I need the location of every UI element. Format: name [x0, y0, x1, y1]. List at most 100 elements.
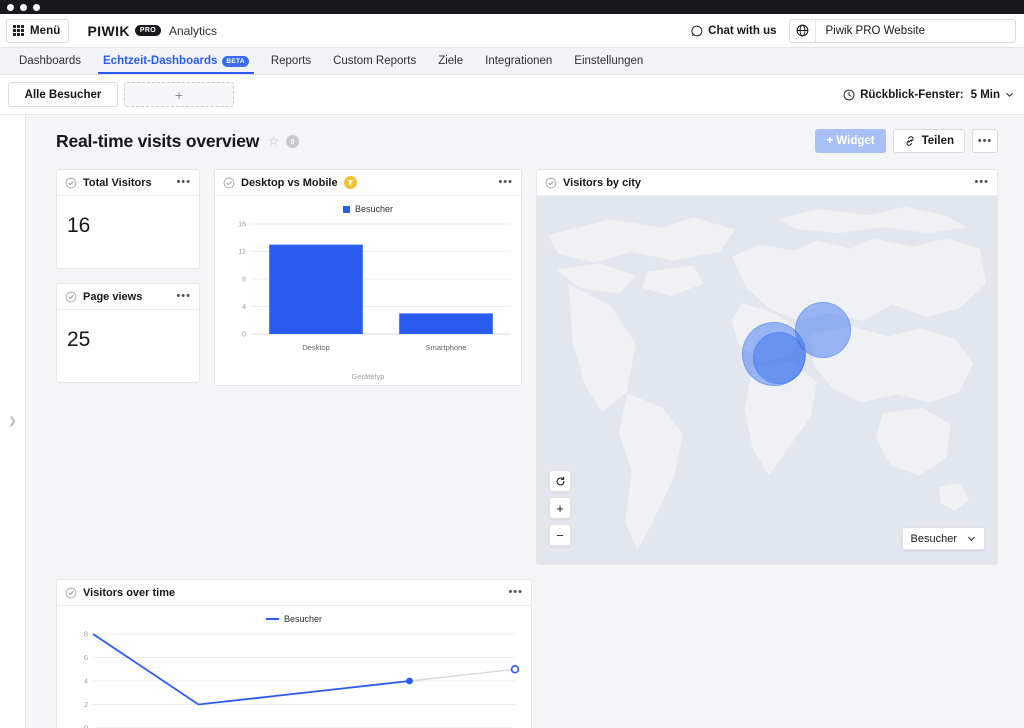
topbar-right-group: Chat with us Piwik PRO Website	[691, 18, 1016, 43]
lookback-label: Rückblick-Fenster:	[860, 88, 964, 101]
page-more-button[interactable]: •••	[972, 129, 998, 153]
link-icon	[906, 136, 914, 146]
brand-logo: PIWIK PRO Analytics	[87, 23, 217, 39]
svg-text:8: 8	[84, 630, 88, 639]
window-zoom-dot[interactable]	[33, 3, 40, 11]
nav-item-reports[interactable]: Reports	[260, 48, 322, 74]
widget-menu-button[interactable]: •••	[176, 291, 191, 302]
nav-label: Ziele	[438, 55, 464, 67]
map-bubble[interactable]	[753, 332, 805, 384]
nav-item-echtzeit-dashboards[interactable]: Echtzeit-Dashboards BETA	[92, 48, 260, 74]
widget-menu-button[interactable]: •••	[974, 177, 989, 188]
nav-label: Echtzeit-Dashboards	[103, 55, 218, 67]
brand-name: PIWIK	[87, 22, 130, 39]
svg-text:12: 12	[238, 249, 246, 256]
chat-icon	[691, 25, 703, 36]
widget-menu-button[interactable]: •••	[508, 587, 523, 598]
check-circle-icon	[65, 177, 77, 189]
widget-grid-row-1: Total Visitors ••• 16 Page views ••• 25 …	[56, 169, 998, 565]
widget-title: Total Visitors	[83, 176, 152, 189]
lookback-value: 5 Min	[970, 88, 1000, 101]
map-zoom-out-button[interactable]: −	[549, 524, 571, 546]
svg-text:16: 16	[238, 222, 246, 229]
svg-text:4: 4	[84, 677, 88, 686]
svg-text:Desktop: Desktop	[302, 343, 330, 352]
main-nav: Dashboards Echtzeit-Dashboards BETA Repo…	[0, 48, 1024, 75]
nav-item-custom-reports[interactable]: Custom Reports	[322, 48, 427, 74]
widget-header: Desktop vs Mobile •••	[215, 170, 521, 196]
kpi-column: Total Visitors ••• 16 Page views ••• 25	[56, 169, 200, 383]
bar-chart-area: Besucher 0 4 8 12 16 Desktop Smartphone Gerät…	[215, 196, 521, 385]
legend-swatch	[342, 205, 350, 213]
nav-label: Integrationen	[485, 55, 553, 67]
map-zoom-in-button[interactable]: +	[549, 497, 571, 519]
check-circle-icon	[65, 587, 77, 599]
nav-item-integrationen[interactable]: Integrationen	[474, 48, 563, 74]
nav-label: Dashboards	[19, 55, 82, 67]
widget-title: Page views	[83, 290, 143, 303]
site-selector[interactable]: Piwik PRO Website	[788, 18, 1016, 43]
check-circle-icon	[65, 291, 77, 303]
favorite-star-icon[interactable]: ☆	[268, 134, 279, 148]
status-badge: 0	[285, 134, 299, 148]
widget-visitors-by-city: Visitors by city ••• + − Besucher	[536, 169, 998, 565]
nav-item-ziele[interactable]: Ziele	[427, 48, 474, 74]
line-chart-area: Besucher 02468 7:25 AM7:26 AM7:27 AM7:28…	[57, 606, 531, 728]
add-widget-button[interactable]: + Widget	[815, 129, 886, 153]
window-minimize-dot[interactable]	[20, 3, 27, 11]
legend-label: Besucher	[283, 614, 323, 624]
brand-pro-badge: PRO	[134, 25, 161, 36]
site-name: Piwik PRO Website	[825, 24, 925, 37]
filter-badge-icon[interactable]	[343, 176, 357, 189]
svg-text:4: 4	[242, 304, 246, 311]
more-dots-icon: •••	[977, 134, 993, 147]
grid-menu-icon	[13, 25, 24, 36]
app-topbar: Menü PIWIK PRO Analytics Chat with us Pi…	[0, 14, 1024, 48]
page-views-value: 25	[67, 328, 91, 351]
sidebar-collapse-rail[interactable]: ❯	[0, 115, 26, 728]
map-controls: + −	[549, 470, 571, 546]
nav-item-einstellungen[interactable]: Einstellungen	[563, 48, 654, 74]
map-metric-select[interactable]: Besucher	[901, 527, 985, 550]
page-actions: + Widget Teilen •••	[815, 129, 998, 153]
window-titlebar	[0, 0, 1024, 14]
widget-menu-button[interactable]: •••	[498, 177, 513, 188]
map-canvas[interactable]: + − Besucher	[537, 196, 997, 564]
segment-tab-all-visitors[interactable]: Alle Besucher	[8, 82, 118, 107]
check-circle-icon	[223, 177, 235, 189]
widget-title: Desktop vs Mobile	[241, 176, 338, 189]
legend-label: Besucher	[354, 204, 394, 214]
app-window: Menü PIWIK PRO Analytics Chat with us Pi…	[0, 0, 1024, 728]
widget-desktop-vs-mobile: Desktop vs Mobile ••• Besucher 0 4 8 12 …	[214, 169, 522, 386]
nav-item-dashboards[interactable]: Dashboards	[8, 48, 92, 74]
map-reset-button[interactable]	[549, 470, 571, 492]
page-title: Real-time visits overview	[56, 130, 260, 151]
widget-visitors-over-time: Visitors over time ••• Besucher 02468 7:	[56, 579, 532, 728]
menu-button[interactable]: Menü	[6, 18, 70, 43]
widget-menu-button[interactable]: •••	[176, 177, 191, 188]
nav-label: Einstellungen	[574, 55, 644, 67]
app-body: ❯ Real-time visits overview ☆ 0 + Widget…	[0, 115, 1024, 728]
menu-button-label: Menü	[30, 24, 61, 37]
svg-text:0: 0	[242, 332, 246, 339]
nav-label: Custom Reports	[333, 55, 417, 67]
lookback-window-selector[interactable]: Rückblick-Fenster: 5 Min	[843, 89, 1014, 101]
chevron-right-icon: ❯	[8, 416, 17, 427]
chat-with-us-button[interactable]: Chat with us	[691, 25, 788, 37]
nav-label: Reports	[270, 55, 312, 67]
beta-badge: BETA	[222, 55, 249, 67]
chevron-down-icon	[968, 536, 975, 541]
window-close-dot[interactable]	[7, 3, 14, 11]
add-segment-button[interactable]: +	[124, 82, 234, 107]
svg-text:2: 2	[84, 700, 88, 709]
chat-label: Chat with us	[708, 24, 777, 37]
dashboard-content: Real-time visits overview ☆ 0 + Widget T…	[26, 115, 1024, 728]
share-button[interactable]: Teilen	[892, 129, 965, 153]
bar-chart-legend: Besucher	[225, 204, 511, 214]
line-chart-legend: Besucher	[67, 614, 521, 624]
widget-header: Page views •••	[57, 284, 199, 310]
segment-bar: Alle Besucher + Rückblick-Fenster: 5 Min	[0, 75, 1024, 115]
svg-text:6: 6	[84, 653, 88, 662]
map-metric-value: Besucher	[910, 532, 957, 545]
segment-label: Alle Besucher	[24, 88, 102, 101]
